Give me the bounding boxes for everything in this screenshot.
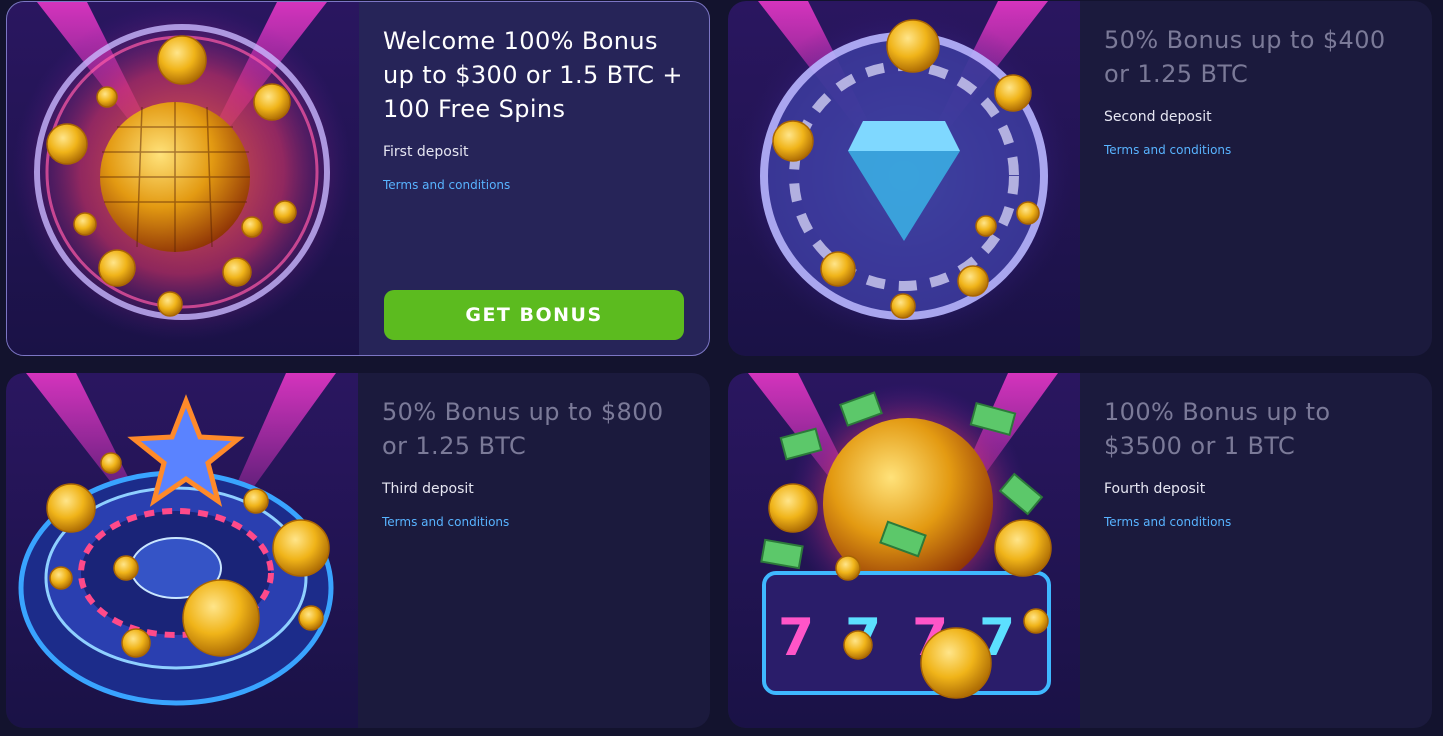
terms-link[interactable]: Terms and conditions <box>383 178 510 192</box>
bonus-title: 100% Bonus up to $3500 or 1 BTC <box>1104 398 1331 460</box>
diamond-chip-icon <box>728 1 1080 356</box>
bonus-card-third-deposit[interactable]: 50% Bonus up to $800 or 1.25 BTC Third d… <box>6 373 710 728</box>
bonus-subtitle: Third deposit <box>382 481 474 497</box>
get-bonus-button[interactable]: GET BONUS <box>384 290 684 340</box>
bonus-subtitle: First deposit <box>383 144 469 160</box>
terms-link[interactable]: Terms and conditions <box>1104 143 1231 157</box>
terms-link[interactable]: Terms and conditions <box>382 515 509 529</box>
bonus-card-fourth-deposit[interactable]: 7 7 7 7 100% Bonus up to $3500 or 1 BTC … <box>728 373 1432 728</box>
roulette-star-icon <box>6 373 358 728</box>
disco-ball-coins-icon <box>7 2 359 355</box>
bonus-card-second-deposit[interactable]: 50% Bonus up to $400 or 1.25 BTC Second … <box>728 1 1432 356</box>
bonus-subtitle: Second deposit <box>1104 109 1212 125</box>
bonus-title: Welcome 100% Bonus up to $300 or 1.5 BTC… <box>383 27 683 123</box>
bonus-title: 50% Bonus up to $400 or 1.25 BTC <box>1104 26 1386 88</box>
bonus-card-first-deposit[interactable]: Welcome 100% Bonus up to $300 or 1.5 BTC… <box>6 1 710 356</box>
slot-777-icon: 7 7 7 7 <box>728 373 1080 728</box>
svg-text:7: 7 <box>778 608 814 668</box>
terms-link[interactable]: Terms and conditions <box>1104 515 1231 529</box>
bonus-subtitle: Fourth deposit <box>1104 481 1206 497</box>
bonus-title: 50% Bonus up to $800 or 1.25 BTC <box>382 398 664 460</box>
